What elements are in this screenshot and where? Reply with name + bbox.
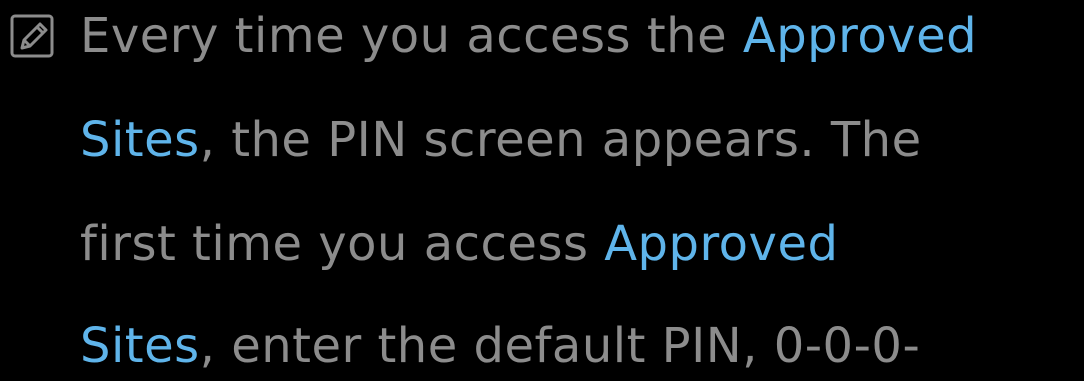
note-text: Every time you access the	[80, 8, 743, 64]
note-text: first time you access	[80, 216, 605, 272]
approved-sites-link: Approved	[742, 8, 978, 64]
note-pencil-icon-svg	[10, 14, 54, 58]
note-text: , enter the default PIN, 0-0-0-	[199, 318, 921, 374]
note-pencil-icon	[8, 12, 56, 60]
note-line-4: Sites, enter the default PIN, 0-0-0-	[80, 318, 920, 374]
approved-sites-link: Approved	[604, 216, 839, 272]
note-page: Every time you access the Approved Sites…	[0, 0, 1084, 381]
note-text: , the PIN screen appears. The	[199, 112, 922, 168]
note-line-1: Every time you access the Approved	[80, 8, 977, 64]
approved-sites-link: Sites	[80, 112, 200, 168]
note-line-2: Sites, the PIN screen appears. The	[80, 112, 922, 168]
note-line-3: first time you access Approved	[80, 216, 838, 272]
approved-sites-link: Sites	[80, 318, 200, 374]
